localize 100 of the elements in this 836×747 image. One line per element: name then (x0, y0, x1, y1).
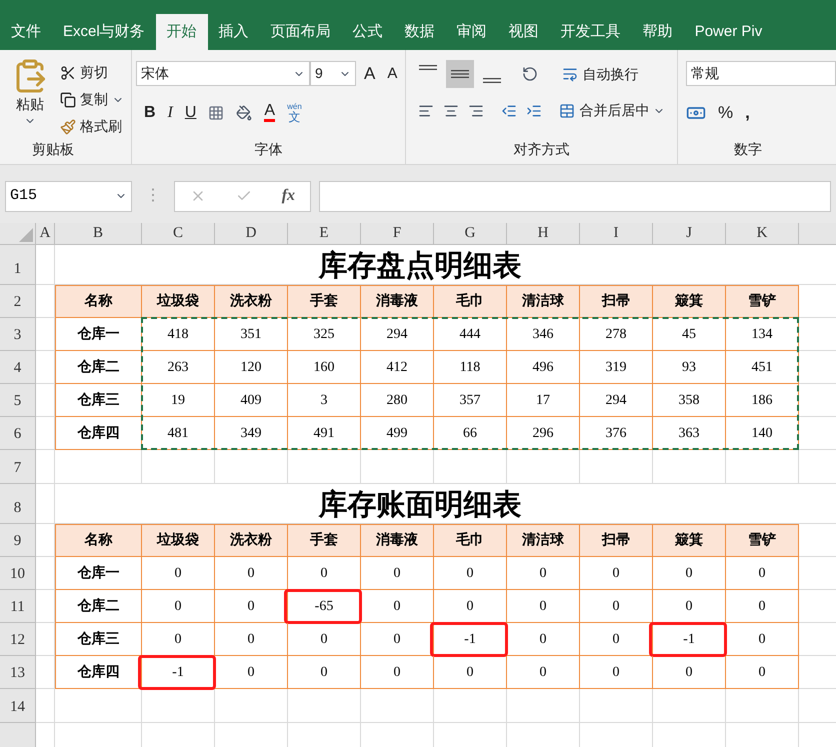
align-middle-icon (451, 70, 470, 78)
table-cell-text: 349 (240, 424, 262, 442)
row-number[interactable]: 9 (0, 524, 36, 557)
column-letter[interactable]: K (726, 223, 799, 244)
row-number[interactable]: 5 (0, 384, 36, 417)
grow-font-button[interactable]: A (360, 61, 380, 86)
row-number[interactable]: 4 (0, 351, 36, 384)
borders-icon[interactable] (208, 104, 224, 120)
table-cell-text: 363 (678, 424, 700, 442)
table-cell-text: 0 (758, 630, 766, 648)
ribbon-tab[interactable]: 插入 (208, 14, 260, 50)
paste-button[interactable]: 粘贴 (8, 58, 52, 137)
column-letter[interactable]: J (653, 223, 726, 244)
column-header: 簸箕 (653, 524, 726, 557)
table-cell-text: 481 (168, 424, 188, 442)
empty-cell (36, 557, 55, 590)
merge-center-button[interactable]: 合并后居中 (559, 100, 666, 121)
table-cell-text: 325 (314, 326, 334, 344)
table-cell-text: -1 (172, 664, 184, 682)
align-right-icon[interactable] (468, 102, 484, 118)
column-letter[interactable]: A (36, 223, 55, 244)
column-header: 雪铲 (726, 524, 799, 557)
orientation-icon[interactable] (522, 66, 538, 82)
row-number[interactable]: 3 (0, 318, 36, 351)
ribbon-tab[interactable]: 页面布局 (260, 14, 342, 50)
vertical-align-button[interactable] (446, 60, 474, 88)
ribbon-tab[interactable]: 帮助 (632, 14, 684, 50)
empty-cell (36, 351, 55, 384)
row-number[interactable]: 11 (0, 590, 36, 623)
column-letter[interactable]: I (580, 223, 653, 244)
row-number[interactable]: 2 (0, 285, 36, 318)
ribbon-tab[interactable]: 数据 (394, 14, 446, 50)
ribbon-tab[interactable]: 公式 (342, 14, 394, 50)
column-letter[interactable]: G (434, 223, 507, 244)
row-label: 仓库三 (55, 623, 142, 656)
row-number[interactable]: 14 (0, 689, 36, 723)
increase-indent-icon[interactable] (526, 102, 542, 118)
shrink-font-button[interactable]: A (383, 62, 402, 85)
percent-button[interactable]: % (718, 100, 734, 126)
wrap-text-button[interactable]: 自动换行 (562, 64, 638, 84)
font-color-button[interactable]: A (264, 103, 276, 122)
ribbon-tab[interactable]: Power Piv (684, 14, 774, 50)
row-number[interactable]: 13 (0, 656, 36, 689)
row-number[interactable]: 10 (0, 557, 36, 590)
italic-button[interactable]: I (168, 100, 173, 124)
comma-button[interactable]: , (745, 100, 750, 126)
column-header: 雪铲 (726, 285, 799, 318)
ribbon-tab[interactable]: 开始 (156, 14, 208, 50)
table-cell-text: 0 (320, 630, 328, 648)
row-number[interactable]: 12 (0, 623, 36, 656)
ribbon-tab[interactable]: 开发工具 (550, 14, 632, 50)
table-cell-text: -1 (683, 630, 695, 648)
table-cell-text: 376 (606, 424, 626, 442)
font-size-dropdown[interactable]: 9 (310, 61, 356, 86)
table-cell-text: 134 (752, 326, 772, 344)
empty-cell (36, 689, 55, 723)
table-cell-text: 0 (686, 664, 692, 682)
align-left-icon[interactable] (418, 102, 434, 118)
column-letter[interactable]: E (288, 223, 361, 244)
table-cell-text: 418 (168, 326, 188, 344)
decrease-indent-icon[interactable] (501, 102, 518, 118)
column-letter[interactable]: D (215, 223, 288, 244)
column-letter[interactable]: B (55, 223, 142, 244)
table-cell-text: 0 (248, 598, 254, 616)
copy-button[interactable]: 复制 (60, 89, 124, 110)
column-letter[interactable]: C (142, 223, 215, 244)
column-letter[interactable]: F (361, 223, 434, 244)
phonetic-button[interactable]: wén 文 (287, 102, 302, 122)
merge-icon (559, 102, 576, 118)
column-letter[interactable]: H (507, 223, 580, 244)
table-cell-text: 0 (758, 598, 766, 616)
table-cell-text: 0 (466, 598, 474, 616)
format-painter-button[interactable]: 格式刷 (60, 116, 124, 137)
column-header: 手套 (288, 524, 361, 557)
bold-button[interactable]: B (144, 100, 156, 124)
number-format-dropdown[interactable]: 常规 (686, 61, 836, 86)
name-box[interactable]: G15 (5, 180, 132, 212)
row-number[interactable]: 6 (0, 417, 36, 450)
row-label: 仓库二 (55, 590, 142, 623)
row-label: 仓库一 (55, 318, 142, 351)
empty-cell (36, 590, 55, 623)
table-cell-text: 120 (240, 358, 262, 376)
align-center-icon[interactable] (443, 102, 460, 118)
cut-button[interactable]: 剪切 (60, 62, 124, 83)
table-title: 库存盘点明细表 (318, 252, 522, 284)
formula-input[interactable] (319, 180, 831, 212)
fill-color-icon[interactable] (236, 104, 252, 120)
ribbon-tab[interactable]: 视图 (498, 14, 550, 50)
font-name-dropdown[interactable]: 宋体 (136, 61, 310, 86)
row-number[interactable]: 8 (0, 484, 36, 524)
row-number[interactable]: 7 (0, 450, 36, 484)
table-cell-text: 160 (314, 358, 334, 376)
insert-function-button[interactable]: fx (282, 184, 296, 208)
row-number[interactable]: 1 (0, 245, 36, 285)
table-cell-text: 412 (386, 358, 408, 376)
ribbon-tab[interactable]: 文件 (0, 14, 52, 50)
ribbon-tab[interactable]: 审阅 (446, 14, 498, 50)
table-cell-text: 186 (752, 392, 772, 410)
underline-button[interactable]: U (184, 100, 196, 124)
ribbon-tab[interactable]: Excel与财务 (52, 14, 156, 50)
